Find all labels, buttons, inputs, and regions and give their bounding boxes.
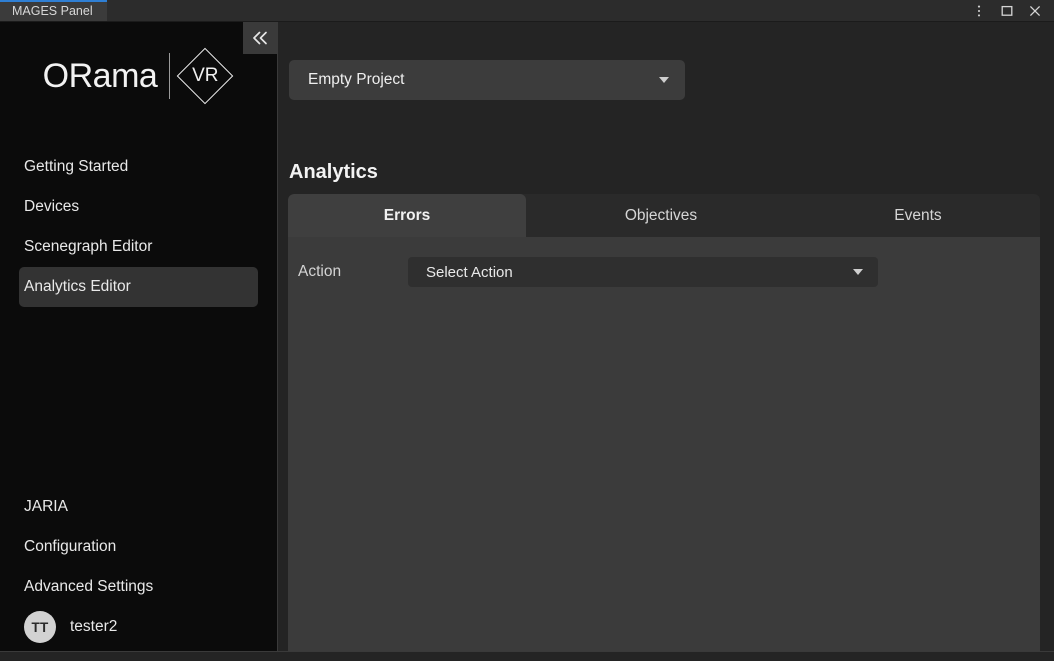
- sidebar-item-analytics-editor[interactable]: Analytics Editor: [19, 267, 258, 307]
- tab-label: Objectives: [624, 206, 698, 224]
- action-select-value: Select Action: [426, 263, 513, 281]
- app-window: MAGES Panel ORama VR Getting Started Dev…: [0, 0, 1054, 661]
- logo-divider: [169, 52, 171, 99]
- vertical-dots-icon: [977, 5, 981, 16]
- sidebar-item-label: Getting Started: [24, 158, 129, 175]
- logo-wordmark: ORama: [42, 56, 158, 95]
- title-bar: MAGES Panel: [0, 0, 1054, 22]
- logo-diamond-badge: VR: [176, 47, 234, 105]
- brand-logo: ORama VR: [0, 22, 277, 137]
- tab-errors[interactable]: Errors: [288, 194, 526, 237]
- chevron-double-left-icon: [253, 31, 267, 45]
- sidebar-item-getting-started[interactable]: Getting Started: [19, 147, 258, 187]
- sidebar-item-label: Configuration: [24, 538, 117, 555]
- title-bar-spacer: [107, 0, 966, 21]
- page-title: Analytics: [289, 161, 378, 183]
- sidebar-item-devices[interactable]: Devices: [19, 187, 258, 227]
- window-tab-strip: MAGES Panel: [0, 0, 107, 21]
- sidebar: ORama VR Getting Started Devices Scenegr…: [0, 22, 278, 661]
- action-field-label: Action: [298, 263, 342, 280]
- window-tab-mages-panel[interactable]: MAGES Panel: [0, 0, 107, 21]
- maximize-icon: [1001, 5, 1013, 16]
- more-options-button[interactable]: [966, 0, 992, 22]
- sidebar-item-scenegraph-editor[interactable]: Scenegraph Editor: [19, 227, 258, 267]
- close-icon: [1029, 5, 1041, 16]
- sidebar-collapse-button[interactable]: [243, 22, 277, 54]
- caret-down-icon: [853, 269, 863, 275]
- tab-label: Events: [894, 206, 942, 224]
- tab-events[interactable]: Events: [796, 194, 1040, 237]
- window-tab-label: MAGES Panel: [12, 4, 93, 19]
- sidebar-item-configuration[interactable]: Configuration: [19, 527, 258, 567]
- window-bottom-strip: [0, 651, 1054, 661]
- main-content: Empty Project Analytics Errors Objective…: [278, 22, 1054, 661]
- user-name-label: tester2: [70, 618, 118, 635]
- sidebar-nav-bottom: JARIA Configuration Advanced Settings TT…: [0, 487, 277, 661]
- content-row: ORama VR Getting Started Devices Scenegr…: [0, 22, 1054, 661]
- sidebar-item-advanced-settings[interactable]: Advanced Settings: [19, 567, 258, 607]
- action-select-dropdown[interactable]: Select Action: [408, 257, 878, 287]
- close-button[interactable]: [1022, 0, 1048, 22]
- maximize-button[interactable]: [994, 0, 1020, 22]
- sidebar-item-label: Advanced Settings: [24, 578, 154, 595]
- sidebar-item-label: Scenegraph Editor: [24, 238, 153, 255]
- sidebar-item-label: JARIA: [24, 498, 68, 515]
- window-controls: [966, 0, 1054, 21]
- avatar: TT: [24, 611, 56, 643]
- sidebar-item-label: Analytics Editor: [24, 278, 131, 295]
- sidebar-item-jaria[interactable]: JARIA: [19, 487, 258, 527]
- tab-objectives[interactable]: Objectives: [526, 194, 796, 237]
- analytics-panel: Action Select Action: [288, 237, 1040, 661]
- tab-label: Errors: [383, 206, 431, 224]
- logo-badge-text: VR: [192, 65, 219, 86]
- project-select-dropdown[interactable]: Empty Project: [289, 60, 685, 100]
- sidebar-nav-top: Getting Started Devices Scenegraph Edito…: [0, 147, 277, 307]
- sidebar-item-label: Devices: [24, 198, 80, 215]
- logo-lockup: ORama VR: [43, 47, 235, 105]
- sidebar-user-account[interactable]: TT tester2: [19, 607, 258, 647]
- analytics-tab-bar: Errors Objectives Events: [288, 194, 1040, 237]
- action-form-row: Action Select Action: [288, 257, 1040, 287]
- project-select-value: Empty Project: [308, 71, 405, 88]
- caret-down-icon: [659, 77, 669, 83]
